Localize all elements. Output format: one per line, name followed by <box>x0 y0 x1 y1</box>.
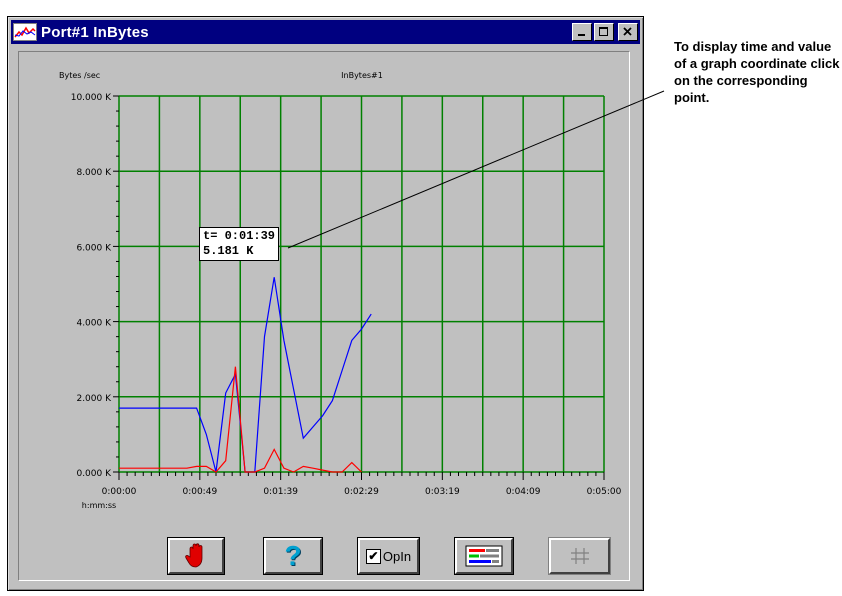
y-tick-label: 2.000 K <box>76 394 112 404</box>
x-tick-label: 0:04:09 <box>506 487 541 497</box>
tooltip-value: 5.181 K <box>203 244 254 258</box>
series-line-blue <box>119 277 372 473</box>
y-axis-title: Bytes /sec <box>59 71 100 80</box>
y-tick-label: 8.000 K <box>76 168 112 178</box>
graph-client-area: 0.000 K 2.000 K 4.000 K 6.000 K 8.000 K 10.00… <box>18 51 630 581</box>
x-tick-label: 0:00:49 <box>182 487 217 497</box>
x-tick-label: 0:05:00 <box>587 487 622 497</box>
graph-app-icon <box>13 23 37 41</box>
question-icon: ? <box>284 540 302 571</box>
y-tick-label: 6.000 K <box>76 243 112 253</box>
minimize-button[interactable] <box>572 23 592 41</box>
stop-button[interactable] <box>167 537 225 575</box>
minimize-icon <box>578 34 585 36</box>
help-button[interactable]: ? <box>263 537 323 575</box>
maximize-button[interactable] <box>594 23 614 41</box>
point-tooltip: t= 0:01:39 5.181 K <box>199 227 280 261</box>
y-tick-label: 10.000 K <box>71 93 112 103</box>
close-button[interactable] <box>618 23 638 41</box>
legend-bars-icon <box>465 545 503 567</box>
x-tick-label: 0:00:00 <box>102 487 137 497</box>
tooltip-time: t= 0:01:39 <box>203 229 276 243</box>
hand-stop-icon <box>185 543 203 568</box>
checkmark-icon: ✔ <box>365 548 381 564</box>
opln-label: OpIn <box>382 548 412 564</box>
callout-annotation: To display time and value of a graph coo… <box>674 39 840 105</box>
grid-icon <box>570 548 589 564</box>
close-icon <box>623 27 632 36</box>
title-bar[interactable]: Port#1 InBytes <box>11 20 640 44</box>
maximize-icon <box>599 27 608 36</box>
chart-title: InBytes#1 <box>341 71 383 80</box>
x-tick-label: 0:02:29 <box>344 487 379 497</box>
window-title: Port#1 InBytes <box>41 23 149 41</box>
opln-toggle-button[interactable]: ✔ OpIn <box>357 537 420 575</box>
legend-button[interactable] <box>454 537 514 575</box>
graph-window: Port#1 InBytes 0.000 K 2.000 K 4.000 K 6.00… <box>7 16 644 591</box>
y-tick-label: 0.000 K <box>76 469 112 479</box>
grid-toggle-button[interactable] <box>548 537 611 575</box>
y-tick-label: 4.000 K <box>76 319 112 329</box>
x-axis-title: h:mm:ss <box>82 501 116 510</box>
inbytes-chart[interactable]: 0.000 K 2.000 K 4.000 K 6.000 K 8.000 K 10.00… <box>19 52 629 532</box>
x-tick-label: 0:03:19 <box>425 487 460 497</box>
x-tick-label: 0:01:39 <box>263 487 298 497</box>
